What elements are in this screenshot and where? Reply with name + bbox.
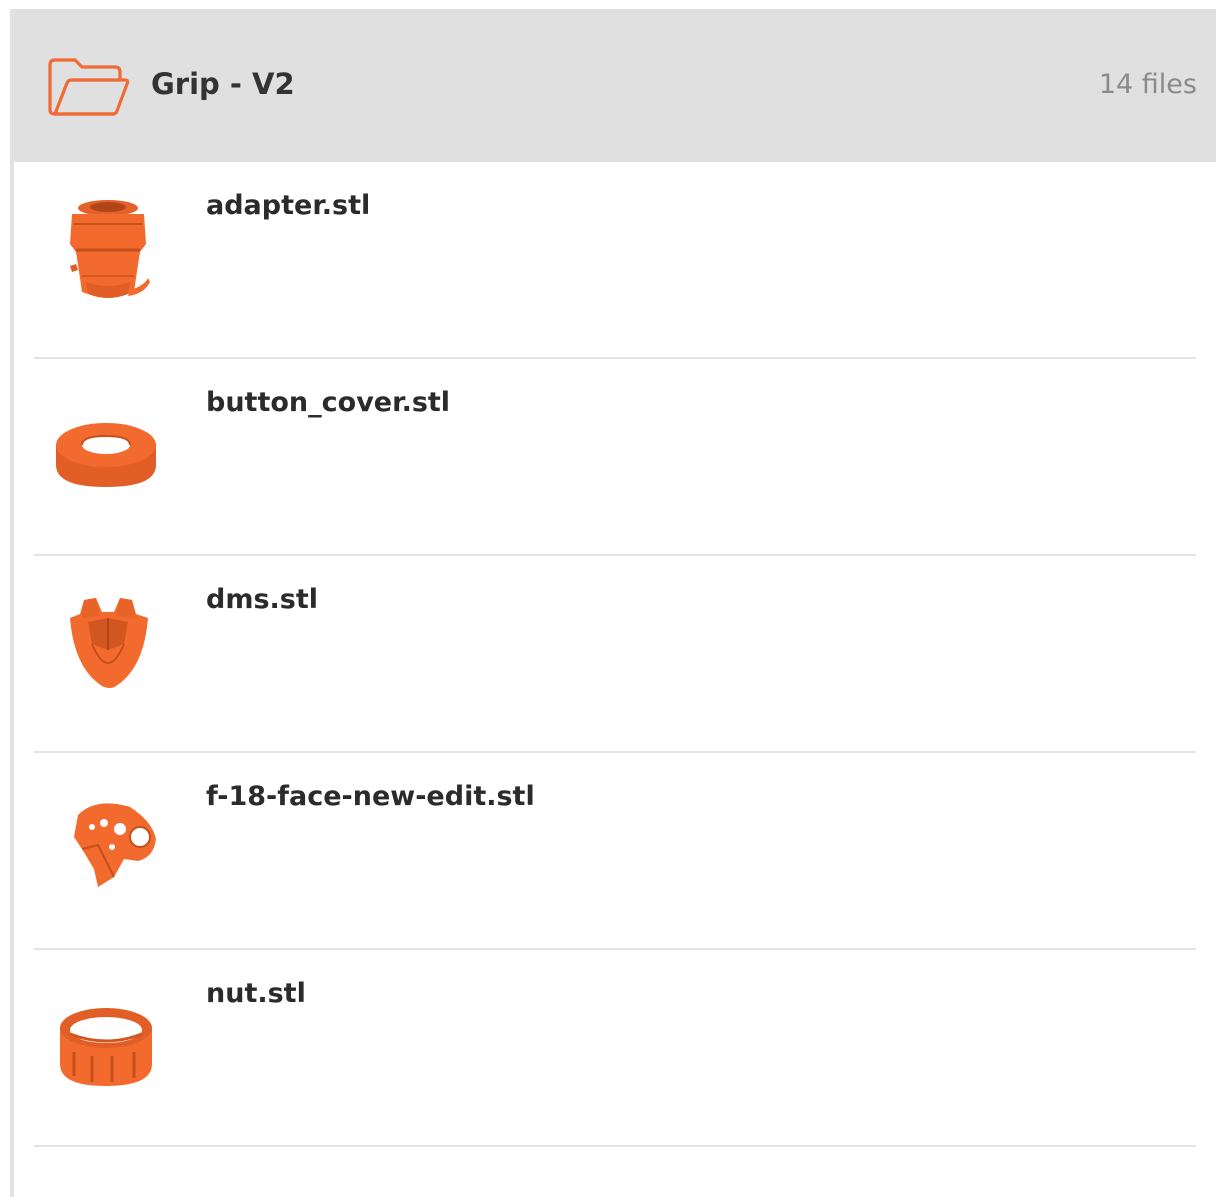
file-row-button-cover[interactable]: button_cover.stl [34,359,1196,556]
file-name[interactable]: nut.stl [206,978,306,1009]
folder-open-icon [48,58,130,116]
file-row-face[interactable]: f-18-face-new-edit.stl [34,753,1196,950]
ring-model-thumbnail[interactable] [52,391,162,511]
adapter-model-thumbnail[interactable] [52,194,162,314]
file-list: adapter.stl button_cover.stl dms.stl f-1… [34,162,1196,1147]
file-row-nut[interactable]: nut.stl [34,950,1196,1147]
file-count: 14 files [1098,69,1197,100]
face-model-thumbnail[interactable] [52,785,162,905]
file-name[interactable]: adapter.stl [206,190,370,221]
file-row-dms[interactable]: dms.stl [34,556,1196,753]
nut-model-thumbnail[interactable] [52,982,162,1102]
folder-header[interactable]: Grip - V2 14 files [14,9,1216,162]
file-row-adapter[interactable]: adapter.stl [34,162,1196,359]
folder-title: Grip - V2 [151,67,295,101]
file-name[interactable]: dms.stl [206,584,318,615]
folder-panel: Grip - V2 14 files adapter.stl button_co… [10,9,1216,1197]
dms-model-thumbnail[interactable] [52,588,162,708]
file-name[interactable]: button_cover.stl [206,387,450,418]
file-name[interactable]: f-18-face-new-edit.stl [206,781,535,812]
